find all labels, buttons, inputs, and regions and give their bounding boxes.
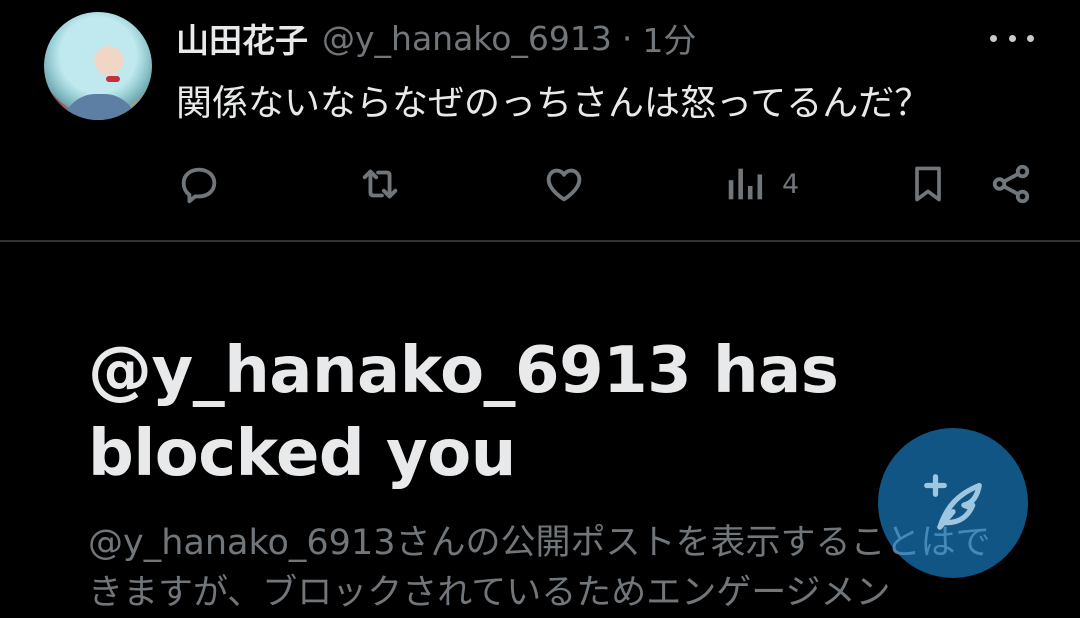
tweet-text: 関係ないならなぜのっちさんは怒ってるんだ？: [176, 83, 931, 124]
views-button[interactable]: 4: [726, 158, 799, 210]
separator-dot: ·: [621, 18, 633, 58]
more-dot: [1008, 34, 1016, 42]
bookmark-icon: [915, 166, 941, 202]
tweet-time[interactable]: 1分: [642, 14, 696, 62]
avatar-lips: [106, 76, 120, 82]
more-dot: [990, 34, 997, 42]
reply-icon: [181, 167, 217, 204]
blocked-title: @y_hanako_6913 has blocked you: [88, 334, 839, 491]
avatar-shirt: [62, 94, 138, 120]
bar-chart-icon: [728, 168, 763, 200]
tweet[interactable]: 山田花子 @y_hanako_6913 · 1分 関係ないならなぜのっちさんは怒…: [0, 0, 1080, 242]
share-icon: [992, 164, 1030, 204]
display-name[interactable]: 山田花子: [176, 14, 308, 62]
avatar[interactable]: [44, 12, 152, 120]
views-count: 4: [782, 168, 800, 200]
blocked-description: @y_hanako_6913さんの公開ポストを表示することはできますが、ブロック…: [88, 523, 991, 613]
share-button[interactable]: [988, 158, 1034, 210]
retweet-button[interactable]: [356, 158, 404, 210]
tweet-header: 山田花子 @y_hanako_6913 · 1分: [176, 14, 696, 62]
more-dot: [1027, 34, 1034, 42]
bookmark-button[interactable]: [906, 158, 950, 210]
retweet-icon: [362, 169, 398, 199]
heart-icon: [546, 168, 582, 202]
more-icon[interactable]: [990, 26, 1034, 50]
compose-button[interactable]: [878, 428, 1028, 578]
tweet-actions: 4: [0, 158, 1080, 210]
compose-feather-icon: [924, 474, 982, 530]
like-button[interactable]: [540, 158, 588, 210]
divider: [0, 240, 1080, 242]
user-handle[interactable]: @y_hanako_6913: [322, 19, 612, 58]
reply-button[interactable]: [176, 158, 222, 210]
